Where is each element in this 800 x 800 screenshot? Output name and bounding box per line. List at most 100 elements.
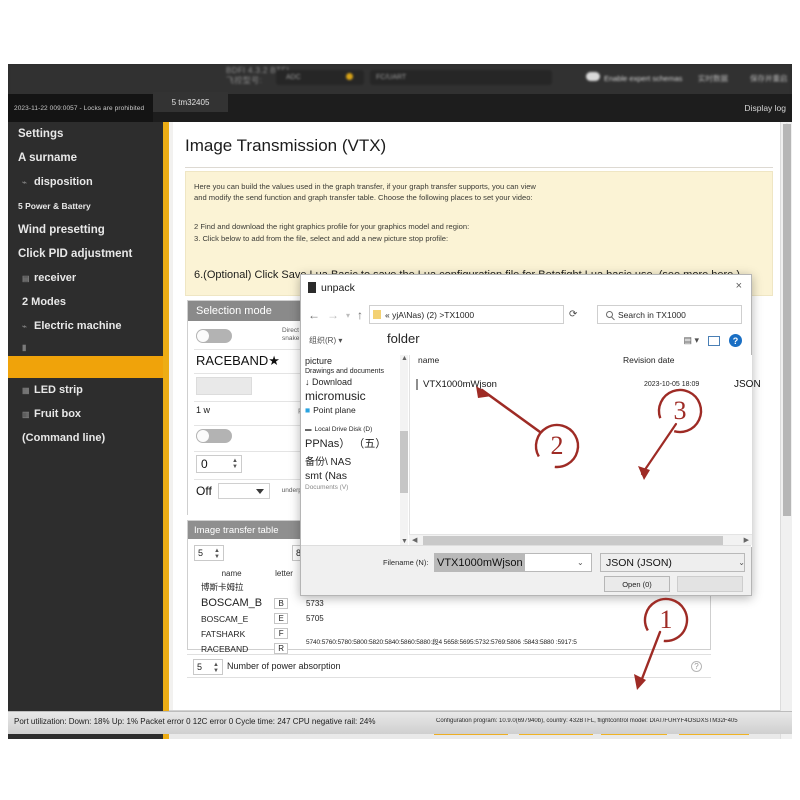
sidebar-item-wind-presetting[interactable]: Wind presetting bbox=[8, 218, 163, 242]
motor-icon: ⌁ bbox=[22, 321, 27, 331]
status-configuration-info: Configuration program: 10.9.0(697940b), … bbox=[436, 718, 738, 724]
table-row[interactable]: BOSCAM_E E 5705 bbox=[196, 612, 582, 625]
toolbar-label-adc: ADC bbox=[286, 74, 301, 81]
sidebar-item-fruit-box[interactable]: ▥ Fruit box bbox=[8, 402, 163, 426]
close-icon[interactable]: × bbox=[736, 280, 742, 292]
rows-count-input[interactable]: 5 ▲ ▼ bbox=[194, 545, 224, 561]
letter-box[interactable]: B bbox=[274, 597, 289, 609]
sidebar-item-label: Electric machine bbox=[34, 320, 122, 332]
view-mode-button[interactable]: ▤ ▾ bbox=[683, 335, 699, 346]
sidebar-item-surname[interactable]: A surname bbox=[8, 146, 163, 170]
sidebar-item-receiver[interactable]: ▤ receiver bbox=[8, 266, 163, 290]
sidebar-item-label: LED strip bbox=[34, 384, 83, 396]
organize-button[interactable]: 组织(R) ▾ bbox=[309, 335, 342, 346]
scroll-right-icon[interactable]: ▶ bbox=[744, 536, 749, 544]
sidebar-item-selected-vtx[interactable] bbox=[8, 356, 163, 378]
column-header-name[interactable]: name bbox=[418, 355, 439, 371]
scrollbar-thumb[interactable] bbox=[423, 536, 723, 545]
search-box[interactable]: Search in TX1000 bbox=[597, 305, 742, 324]
power-field[interactable]: 1 w bbox=[196, 405, 210, 415]
place-smt-nas[interactable]: smt (Nas bbox=[301, 469, 409, 483]
toggle-switch[interactable] bbox=[196, 329, 232, 343]
place-point-plane[interactable]: ■ Point plane bbox=[301, 404, 409, 416]
sidebar-item-power-battery[interactable]: 5 Power & Battery bbox=[8, 194, 163, 218]
place-ppnas[interactable]: PPNas） （五） bbox=[301, 434, 409, 452]
scroll-down-icon[interactable]: ▼ bbox=[401, 538, 408, 545]
stepper-arrows-icon[interactable]: ▲▼ bbox=[232, 458, 238, 470]
led-icon: ▦ bbox=[22, 385, 30, 395]
expert-schemas-toggle[interactable] bbox=[586, 72, 600, 81]
sidebar-item-label: Click PID adjustment bbox=[18, 248, 133, 260]
forward-icon[interactable]: → bbox=[327, 308, 339, 322]
filename-input[interactable]: VTX1000mWjson bbox=[434, 553, 592, 572]
band-field[interactable]: RACEBAND★ bbox=[196, 353, 280, 369]
refresh-icon[interactable]: ⟳ bbox=[569, 309, 577, 320]
row-letter bbox=[269, 580, 299, 594]
column-header-date[interactable]: Revision date bbox=[623, 355, 675, 371]
dialog-title-bar: unpack × bbox=[301, 275, 751, 301]
back-icon[interactable]: ← bbox=[308, 308, 320, 322]
numeric-stepper[interactable]: 0 ▲ ▼ bbox=[196, 455, 242, 473]
row-name: BOSCAM_E bbox=[201, 613, 249, 624]
file-list-hscrollbar[interactable]: ◀ ▶ bbox=[409, 534, 752, 545]
help-icon[interactable]: ? bbox=[691, 661, 702, 672]
preview-pane-icon[interactable] bbox=[708, 336, 720, 346]
sidebar-item-blank[interactable]: ▮ bbox=[8, 338, 163, 356]
file-open-dialog: unpack × ← → ▾ ↑ « yjA\Nas) (2) >TX1000 … bbox=[300, 274, 761, 596]
filetype-select[interactable]: JSON (JSON) bbox=[600, 553, 745, 572]
stepper-arrows-icon[interactable]: ▲▼ bbox=[213, 662, 219, 674]
toggle-switch[interactable] bbox=[196, 429, 232, 443]
table-row[interactable]: BOSCAM_B B 5733 bbox=[196, 596, 582, 610]
underpower-dropdown[interactable]: Off bbox=[196, 483, 270, 499]
sidebar-item-pid-adjustment[interactable]: Click PID adjustment bbox=[8, 242, 163, 266]
place-label: smt (Nas bbox=[305, 470, 347, 482]
sidebar-item-label: Settings bbox=[18, 128, 64, 140]
sidebar-item-disposition[interactable]: ⌁ disposition bbox=[8, 170, 163, 194]
note-paragraph-1: Here you can build the values used in th… bbox=[194, 182, 754, 203]
sidebar-item-settings[interactable]: Settings bbox=[8, 122, 163, 146]
up-icon[interactable]: ↑ bbox=[357, 308, 363, 322]
open-button[interactable]: Open (0) bbox=[604, 576, 670, 592]
address-bar[interactable]: « yjA\Nas) (2) >TX1000 bbox=[369, 305, 564, 324]
scroll-left-icon[interactable]: ◀ bbox=[412, 536, 417, 544]
letter-box[interactable]: F bbox=[274, 628, 289, 639]
search-placeholder: Search in TX1000 bbox=[618, 309, 686, 320]
sidebar-item-label: Wind presetting bbox=[18, 224, 105, 236]
scroll-up-icon[interactable]: ▲ bbox=[401, 355, 408, 362]
place-documents[interactable]: Documents (V) bbox=[301, 483, 409, 492]
display-log-button[interactable]: Display log bbox=[744, 94, 786, 122]
scrollbar-thumb[interactable] bbox=[400, 431, 408, 493]
sidebar-item-led-strip[interactable]: ▦ LED strip bbox=[8, 378, 163, 402]
places-scrollbar[interactable]: ▲ ▼ bbox=[400, 355, 408, 547]
place-download[interactable]: ↓ Download bbox=[301, 376, 409, 388]
stepper-arrows-icon[interactable]: ▲▼ bbox=[214, 548, 220, 560]
place-backup-nas[interactable]: 备份\ NAS bbox=[301, 452, 409, 469]
device-tab[interactable]: 5 tm32405 bbox=[153, 92, 228, 112]
letter-box[interactable]: E bbox=[274, 613, 289, 624]
annotation-number-3: 3 bbox=[673, 396, 687, 425]
secondary-toggle[interactable] bbox=[196, 429, 232, 443]
table-row[interactable]: FATSHARK F 5740:5760:5780:5800:5820:5840… bbox=[196, 627, 582, 646]
recent-dropdown-icon[interactable]: ▾ bbox=[346, 311, 350, 320]
place-micromusic[interactable]: micromusic bbox=[301, 388, 409, 404]
place-local-disk[interactable]: ▬ Local Drive Disk (D) bbox=[301, 425, 409, 434]
content-scrollbar[interactable]: ▲ ▼ bbox=[780, 122, 792, 739]
sidebar-item-electric-machine[interactable]: ⌁ Electric machine bbox=[8, 314, 163, 338]
place-label: picture bbox=[305, 356, 333, 366]
filetype-chevron-icon[interactable]: ⌄ bbox=[738, 558, 745, 567]
scrollbar-thumb[interactable] bbox=[783, 124, 791, 516]
letter-box[interactable]: R bbox=[274, 643, 289, 654]
toolbar-realtime-data-button[interactable]: 实时数据 bbox=[698, 73, 728, 84]
places-sidebar[interactable]: picture Drawings and documents ↓ Downloa… bbox=[301, 355, 409, 547]
sidebar-item-command-line[interactable]: (Command line) bbox=[8, 426, 163, 450]
toolbar-save-reboot-button[interactable]: 保存并重启 bbox=[750, 73, 788, 84]
help-icon[interactable]: ? bbox=[729, 334, 742, 347]
sidebar-item-modes[interactable]: 2 Modes bbox=[8, 290, 163, 314]
file-list-pane[interactable]: name Revision date VTX1000mWjson 2023-10… bbox=[409, 355, 761, 547]
place-drawings[interactable]: Drawings and documents bbox=[301, 367, 409, 376]
direct-snake-toggle[interactable] bbox=[196, 329, 232, 343]
title-divider bbox=[185, 167, 773, 168]
place-picture[interactable]: picture bbox=[301, 355, 409, 367]
cancel-button[interactable] bbox=[677, 576, 743, 592]
absorption-input[interactable]: 5 ▲ ▼ bbox=[193, 659, 223, 675]
